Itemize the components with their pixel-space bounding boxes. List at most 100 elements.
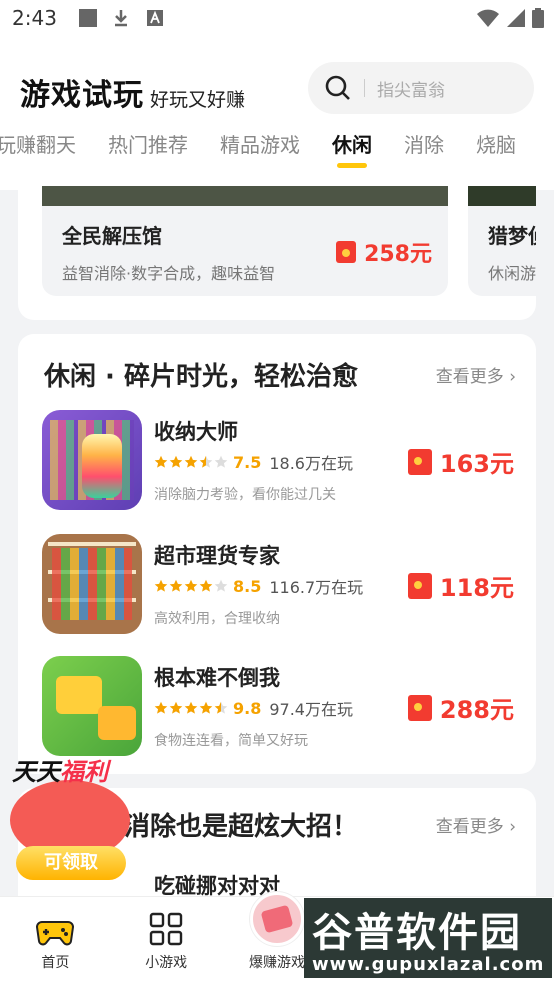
star-icon — [169, 455, 183, 468]
star-icon — [184, 701, 198, 714]
tab-hot[interactable]: 热门推荐 — [92, 128, 204, 174]
reward-amount: 258元 — [364, 242, 432, 267]
game-icon-supermarket — [42, 534, 142, 634]
see-more-link[interactable]: 查看更多 › — [436, 362, 516, 387]
reward-amount: 288元 — [439, 696, 514, 724]
star-icon — [214, 701, 228, 714]
download-icon — [114, 10, 127, 27]
red-envelope-icon — [407, 448, 432, 475]
nav-label: 首页 — [41, 955, 70, 971]
nav-label: 爆赚游戏 — [248, 955, 305, 971]
reward-badge: 118元 — [407, 568, 514, 603]
game-icon-cheese-match — [42, 656, 142, 756]
watermark: 谷普软件园 www.gupuxlazal.com — [304, 898, 552, 978]
promo-image — [42, 186, 448, 206]
star-icon — [199, 701, 213, 714]
see-more-link[interactable]: 查看更多 › — [436, 812, 516, 837]
star-icon — [184, 579, 198, 592]
tab-casual[interactable]: 休闲 — [316, 128, 388, 174]
star-icon — [199, 579, 213, 592]
page-header: 游戏试玩 好玩又好赚 指尖富翁 玩赚翻天 热门推荐 精品游戏 休闲 消除 烧脑 — [0, 36, 554, 190]
page-title: 游戏试玩 — [20, 78, 144, 113]
search-icon — [325, 75, 350, 100]
star-icon — [169, 579, 183, 592]
money-icon — [249, 892, 304, 946]
game-item[interactable]: 根本难不倒我 9.8 97.4万在玩 食物连连看，简单又好玩 288元 — [42, 656, 514, 760]
tab-premium[interactable]: 精品游戏 — [204, 128, 316, 174]
game-desc: 高效利用，合理收纳 — [154, 611, 280, 627]
search-divider — [364, 79, 365, 97]
star-icon — [199, 455, 213, 468]
rating-score: 8.5 — [233, 576, 262, 596]
player-count: 97.4万在玩 — [269, 700, 353, 719]
game-icon-storage-master — [42, 410, 142, 510]
battery-icon — [532, 8, 544, 28]
promo-desc: 休闲游 — [488, 264, 536, 283]
game-name: 超市理货专家 — [154, 544, 280, 568]
rating-row: 8.5 116.7万在玩 — [154, 574, 363, 598]
game-desc: 消除脑力考验，看你能过几关 — [154, 487, 336, 503]
notification-square-icon — [78, 9, 97, 27]
nav-home[interactable]: 首页 — [0, 897, 111, 984]
search-bar[interactable]: 指尖富翁 — [308, 62, 534, 114]
star-icon — [154, 455, 168, 468]
rating-row: 9.8 97.4万在玩 — [154, 696, 353, 720]
status-bar: 2:43 — [0, 0, 554, 36]
chevron-right-icon: › — [509, 366, 516, 387]
signal-icon — [507, 9, 525, 27]
star-icon — [184, 455, 198, 468]
tab-brain[interactable]: 烧脑 — [460, 128, 532, 174]
rating-score: 7.5 — [233, 452, 262, 472]
floating-welfare-promo[interactable]: 天天福利 可领取 — [6, 752, 138, 886]
claim-button[interactable]: 可领取 — [16, 846, 126, 880]
a-box-icon — [146, 10, 163, 26]
nav-minigames[interactable]: 小游戏 — [111, 897, 222, 984]
reward-badge: 258元 — [336, 236, 432, 268]
red-envelope-icon — [336, 241, 357, 263]
reward-badge: 288元 — [407, 690, 514, 725]
game-name: 收纳大师 — [154, 420, 238, 444]
promo-image — [468, 186, 536, 206]
gamepad-icon — [36, 921, 75, 946]
section-title: 消除也是超炫大招！ — [124, 811, 359, 842]
promo-card[interactable]: 猎梦侦 休闲游 — [468, 186, 536, 296]
wifi-icon — [477, 9, 499, 27]
star-icon — [169, 701, 183, 714]
brand: 游戏试玩 好玩又好赚 — [20, 70, 245, 114]
reward-amount: 163元 — [439, 450, 514, 478]
reward-amount: 118元 — [439, 574, 514, 602]
status-time: 2:43 — [12, 6, 57, 30]
promo-desc: 益智消除·数字合成，趣味益智 — [62, 264, 276, 283]
game-item[interactable]: 超市理货专家 8.5 116.7万在玩 高效利用，合理收纳 118元 — [42, 534, 514, 638]
promo-card-container: 全民解压馆 益智消除·数字合成，趣味益智 258元 猎梦侦 休闲游 — [18, 186, 536, 320]
promo-title: 猎梦侦 — [488, 224, 536, 248]
watermark-url: www.gupuxlazal.com — [312, 954, 545, 975]
star-icon — [154, 579, 168, 592]
watermark-text: 谷普软件园 — [312, 910, 522, 956]
star-icon — [154, 701, 168, 714]
nav-label: 小游戏 — [145, 955, 188, 971]
player-count: 18.6万在玩 — [269, 454, 353, 473]
welfare-title: 天天福利 — [12, 758, 108, 786]
page-subtitle: 好玩又好赚 — [150, 89, 246, 111]
promo-title: 全民解压馆 — [62, 224, 162, 248]
rating-row: 7.5 18.6万在玩 — [154, 450, 353, 474]
game-item[interactable]: 收纳大师 7.5 18.6万在玩 消除脑力考验，看你能过几关 163元 — [42, 410, 514, 514]
search-placeholder: 指尖富翁 — [377, 80, 445, 101]
rating-score: 9.8 — [233, 698, 262, 718]
tab-wanzhuan[interactable]: 玩赚翻天 — [0, 128, 92, 174]
tab-elimination[interactable]: 消除 — [388, 128, 460, 174]
section-title: 休闲 · 碎片时光，轻松治愈 — [44, 361, 358, 392]
casual-section: 休闲 · 碎片时光，轻松治愈 查看更多 › 收纳大师 7.5 18.6万在玩 消… — [18, 334, 536, 774]
star-icon — [214, 579, 228, 592]
category-tabs: 玩赚翻天 热门推荐 精品游戏 休闲 消除 烧脑 — [0, 128, 534, 178]
red-envelope-icon — [407, 572, 432, 599]
chevron-right-icon: › — [509, 816, 516, 837]
game-name: 根本难不倒我 — [154, 666, 280, 690]
grid-icon — [149, 912, 183, 946]
game-desc: 食物连连看，简单又好玩 — [154, 733, 308, 749]
reward-badge: 163元 — [407, 444, 514, 479]
promo-card[interactable]: 全民解压馆 益智消除·数字合成，趣味益智 258元 — [42, 186, 448, 296]
player-count: 116.7万在玩 — [269, 578, 364, 597]
star-icon — [214, 455, 228, 468]
